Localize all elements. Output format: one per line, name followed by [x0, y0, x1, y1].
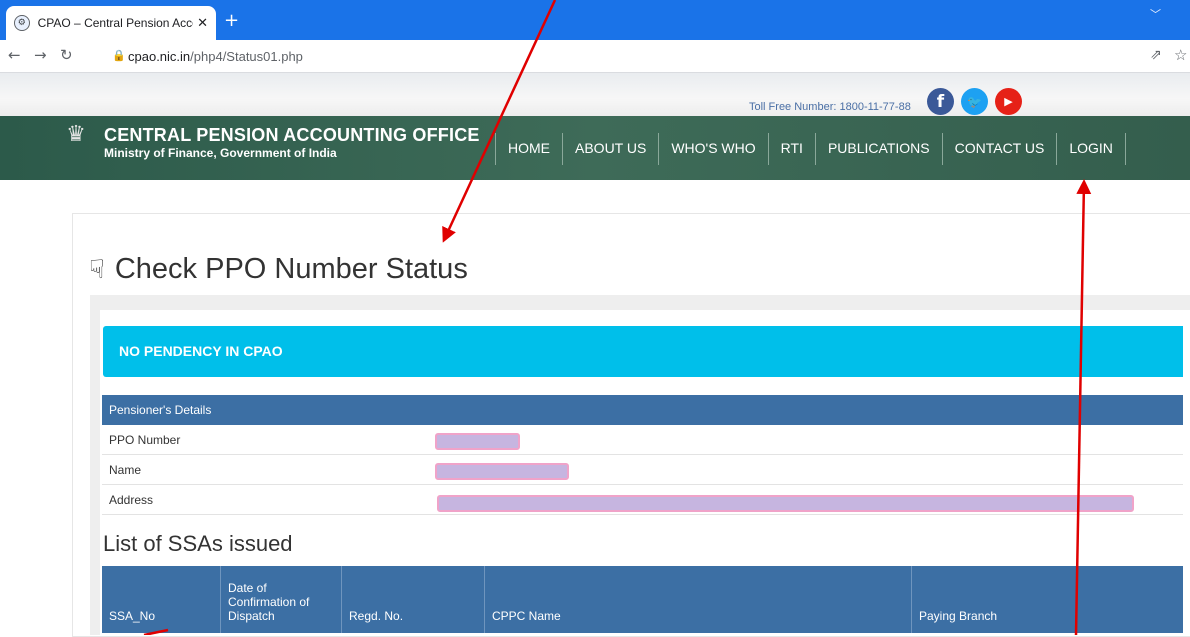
toll-free-number: Toll Free Number: 1800-11-77-88 — [749, 101, 911, 113]
bookmark-star-icon[interactable]: ☆ — [1174, 46, 1187, 64]
pensioner-details-header: Pensioner's Details — [102, 395, 1183, 425]
url-field[interactable]: cpao.nic.in/php4/Status01.php — [128, 49, 303, 64]
share-icon[interactable]: ⇗ — [1150, 47, 1162, 63]
url-domain: cpao.nic.in — [128, 49, 191, 64]
details-label: Address — [109, 493, 154, 507]
new-tab-button[interactable]: + — [224, 10, 239, 31]
lock-icon[interactable]: 🔒 — [112, 49, 126, 62]
nav-about-us[interactable]: ABOUT US — [562, 133, 658, 165]
col-ssa-no: SSA_No — [102, 566, 221, 633]
tab-search-chevron-icon[interactable]: ﹀ — [1150, 6, 1161, 22]
alert-text: NO PENDENCY IN CPAO — [119, 343, 283, 359]
page-title: ☟ Check PPO Number Status — [89, 253, 468, 286]
nav-login[interactable]: LOGIN — [1056, 133, 1126, 165]
page-title-text: Check PPO Number Status — [114, 253, 468, 285]
col-regd-no: Regd. No. — [342, 566, 485, 633]
org-subtitle: Ministry of Finance, Government of India — [104, 146, 337, 160]
close-tab-icon[interactable]: ✕ — [197, 16, 208, 31]
nav-contact-us[interactable]: CONTACT US — [941, 133, 1057, 165]
details-row-name: Name — [102, 455, 1183, 485]
site-favicon-icon: ⚙ — [14, 15, 30, 31]
facebook-icon[interactable]: f — [927, 88, 954, 115]
redacted-ppo-number — [435, 433, 520, 450]
col-date-dispatch: Date of Confirmation of Dispatch — [221, 566, 342, 633]
pendency-alert: NO PENDENCY IN CPAO — [103, 326, 1183, 377]
nav-publications[interactable]: PUBLICATIONS — [814, 133, 942, 165]
forward-arrow-icon[interactable]: → — [34, 46, 47, 64]
address-bar: ← → ↻ 🔒 cpao.nic.in/php4/Status01.php ⇗ … — [0, 40, 1190, 73]
col-paying-branch: Paying Branch — [919, 609, 998, 623]
main-nav: HOME ABOUT US WHO'S WHO RTI PUBLICATIONS… — [495, 133, 1126, 165]
redacted-address — [437, 495, 1134, 512]
url-path: /php4/Status01.php — [190, 49, 303, 64]
details-label: PPO Number — [109, 433, 181, 447]
browser-tab[interactable]: ⚙ CPAO – Central Pension Accounti ✕ — [6, 6, 216, 40]
browser-tab-bar: ⚙ CPAO – Central Pension Accounti ✕ + ﹀ — [0, 0, 1190, 40]
tab-title: CPAO – Central Pension Accounti — [37, 16, 193, 30]
reload-icon[interactable]: ↻ — [60, 46, 73, 64]
nav-home[interactable]: HOME — [495, 133, 562, 165]
ssa-list-title: List of SSAs issued — [103, 531, 293, 556]
details-row-ppo: PPO Number — [102, 425, 1183, 455]
nav-whos-who[interactable]: WHO'S WHO — [658, 133, 767, 165]
redacted-name — [435, 463, 569, 480]
back-arrow-icon[interactable]: ← — [8, 46, 21, 64]
twitter-icon[interactable]: 🐦 — [961, 88, 988, 115]
national-emblem-icon[interactable]: ♛ — [63, 122, 89, 158]
details-label: Name — [109, 463, 142, 477]
hand-pointer-icon: ☟ — [89, 254, 105, 285]
youtube-icon[interactable]: ▶ — [995, 88, 1022, 115]
org-name[interactable]: CENTRAL PENSION ACCOUNTING OFFICE — [104, 125, 480, 146]
nav-rti[interactable]: RTI — [767, 133, 815, 165]
ssa-table-header: SSA_No Date of Confirmation of Dispatch … — [102, 566, 1183, 633]
col-cppc-name: CPPC Name — [485, 566, 912, 633]
